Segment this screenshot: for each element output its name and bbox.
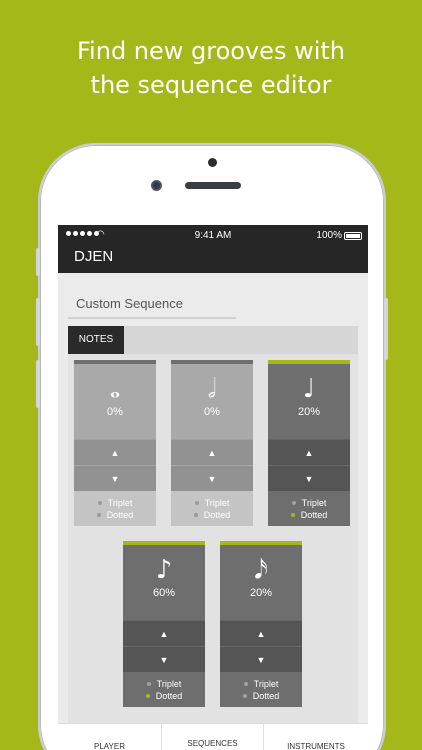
- note-card-half: 𝅗𝅥 0% ▲ ▼ Triplet Dotted: [171, 360, 253, 526]
- note-percent: 20%: [297, 406, 321, 418]
- phone-volume-up: [36, 298, 40, 346]
- front-camera: [151, 180, 162, 191]
- increase-button[interactable]: ▲: [268, 439, 350, 465]
- nav-instruments[interactable]: INSTRUMENTS: [264, 724, 368, 750]
- triplet-toggle[interactable]: Triplet: [171, 497, 253, 509]
- note-card-sixteenth: 𝅘𝅥𝅯 20% ▲ ▼ Triplet Dotted: [220, 541, 302, 707]
- decrease-button[interactable]: ▼: [268, 465, 350, 491]
- triplet-indicator: [243, 682, 248, 686]
- app-bar: DJEN: [58, 247, 368, 273]
- triplet-indicator: [291, 501, 296, 505]
- note-card-eighth: ♪ 60% ▲ ▼ Triplet Dotted: [123, 541, 205, 707]
- dotted-toggle[interactable]: Dotted: [220, 690, 302, 702]
- decrease-button[interactable]: ▼: [74, 465, 156, 491]
- dotted-indicator: [145, 694, 150, 698]
- promo-headline: Find new grooves with the sequence edito…: [0, 34, 422, 102]
- dotted-indicator: [96, 513, 101, 517]
- app-title: DJEN: [74, 248, 114, 265]
- half-note-icon: 𝅗𝅥: [207, 374, 217, 404]
- increase-button[interactable]: ▲: [171, 439, 253, 465]
- phone-speaker: [185, 182, 241, 189]
- triplet-toggle[interactable]: Triplet: [123, 678, 205, 690]
- decrease-button[interactable]: ▼: [171, 465, 253, 491]
- increase-button[interactable]: ▲: [74, 439, 156, 465]
- main-content: Custom Sequence NOTES 𝅝 0% ▲ ▼ Triplet D…: [58, 273, 368, 750]
- whole-note-icon: 𝅝: [109, 374, 121, 404]
- phone-mute-switch: [36, 248, 40, 276]
- headline-line-1: Find new grooves with: [77, 37, 345, 65]
- increase-button[interactable]: ▲: [220, 620, 302, 646]
- note-percent: 0%: [107, 406, 123, 418]
- dotted-indicator: [290, 513, 295, 517]
- triplet-indicator: [146, 682, 151, 686]
- eighth-note-icon: ♪: [155, 555, 173, 585]
- dotted-toggle[interactable]: Dotted: [171, 509, 253, 521]
- increase-button[interactable]: ▲: [123, 620, 205, 646]
- sixteenth-note-icon: 𝅘𝅥𝅯: [254, 555, 268, 585]
- note-percent: 0%: [204, 406, 220, 418]
- dotted-toggle[interactable]: Dotted: [74, 509, 156, 521]
- triplet-indicator: [194, 501, 199, 505]
- decrease-button[interactable]: ▼: [220, 646, 302, 672]
- triplet-indicator: [97, 501, 102, 505]
- battery-icon: [344, 232, 362, 240]
- note-card-quarter: ♩ 20% ▲ ▼ Triplet Dotted: [268, 360, 350, 526]
- note-percent: 20%: [249, 587, 273, 599]
- battery-percent: 100%: [316, 230, 342, 241]
- triplet-toggle[interactable]: Triplet: [220, 678, 302, 690]
- quarter-note-icon: ♩: [302, 374, 316, 404]
- dotted-indicator: [193, 513, 198, 517]
- decrease-button[interactable]: ▼: [123, 646, 205, 672]
- triplet-toggle[interactable]: Triplet: [74, 497, 156, 509]
- nav-sequences[interactable]: SEQUENCES: [162, 724, 264, 750]
- note-percent: 60%: [152, 587, 176, 599]
- headline-line-2: the sequence editor: [90, 71, 332, 99]
- dotted-indicator: [242, 694, 247, 698]
- bottom-nav: PLAYER SEQUENCES INSTRUMENTS: [58, 723, 368, 750]
- tab-notes[interactable]: NOTES: [68, 326, 124, 354]
- triplet-toggle[interactable]: Triplet: [268, 497, 350, 509]
- phone-sensor: [208, 158, 217, 167]
- phone-power-button: [384, 298, 388, 360]
- nav-player[interactable]: PLAYER: [58, 724, 162, 750]
- notes-panel: 𝅝 0% ▲ ▼ Triplet Dotted 𝅗𝅥 0% ▲ ▼ Triple…: [68, 354, 358, 728]
- note-card-whole: 𝅝 0% ▲ ▼ Triplet Dotted: [74, 360, 156, 526]
- sequence-name-input[interactable]: Custom Sequence: [68, 295, 236, 319]
- phone-volume-down: [36, 360, 40, 408]
- status-bar: ◠ 9:41 AM 100%: [58, 225, 368, 247]
- dotted-toggle[interactable]: Dotted: [123, 690, 205, 702]
- tab-bar: NOTES: [68, 326, 358, 354]
- app-screen: ◠ 9:41 AM 100% DJEN Custom Sequence NOTE…: [58, 225, 368, 750]
- dotted-toggle[interactable]: Dotted: [268, 509, 350, 521]
